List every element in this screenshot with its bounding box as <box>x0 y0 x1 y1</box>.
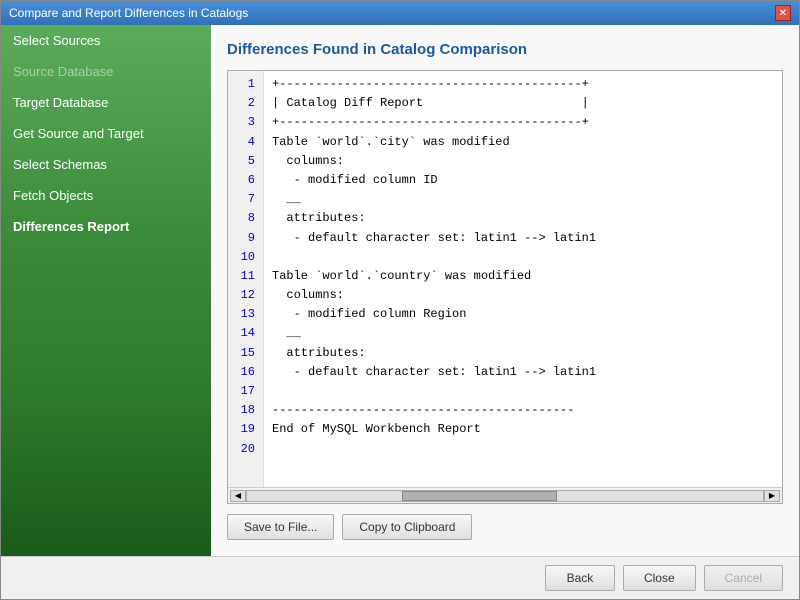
close-icon[interactable]: ✕ <box>775 5 791 21</box>
sidebar: Select Sources Source Database Target Da… <box>1 25 211 556</box>
code-content: +---------------------------------------… <box>264 71 782 487</box>
sidebar-item-select-sources[interactable]: Select Sources <box>1 25 211 56</box>
window-title: Compare and Report Differences in Catalo… <box>9 6 248 20</box>
scroll-left-arrow[interactable]: ◀ <box>230 490 246 502</box>
report-button-row: Save to File... Copy to Clipboard <box>227 514 783 540</box>
sidebar-item-target-database[interactable]: Target Database <box>1 87 211 118</box>
sidebar-item-select-schemas[interactable]: Select Schemas <box>1 149 211 180</box>
report-content[interactable]: 1234567891011121314151617181920 +-------… <box>228 71 782 487</box>
scrollbar-thumb[interactable] <box>402 491 557 501</box>
sidebar-item-fetch-objects[interactable]: Fetch Objects <box>1 180 211 211</box>
sidebar-item-differences-report[interactable]: Differences Report <box>1 211 211 242</box>
sidebar-item-source-database: Source Database <box>1 56 211 87</box>
line-numbers: 1234567891011121314151617181920 <box>228 71 264 487</box>
horizontal-scrollbar[interactable] <box>246 490 764 502</box>
copy-to-clipboard-button[interactable]: Copy to Clipboard <box>342 514 472 540</box>
close-button[interactable]: Close <box>623 565 696 591</box>
save-to-file-button[interactable]: Save to File... <box>227 514 334 540</box>
report-container: 1234567891011121314151617181920 +-------… <box>227 70 783 504</box>
panel-title: Differences Found in Catalog Comparison <box>227 41 783 58</box>
scroll-right-arrow[interactable]: ▶ <box>764 490 780 502</box>
sidebar-item-get-source-target[interactable]: Get Source and Target <box>1 118 211 149</box>
main-panel: Differences Found in Catalog Comparison … <box>211 25 799 556</box>
bottom-bar: Back Close Cancel <box>1 556 799 599</box>
horizontal-scrollbar-area: ◀ ▶ <box>228 487 782 503</box>
main-window: Compare and Report Differences in Catalo… <box>0 0 800 600</box>
titlebar: Compare and Report Differences in Catalo… <box>1 1 799 25</box>
cancel-button[interactable]: Cancel <box>704 565 783 591</box>
content-area: Select Sources Source Database Target Da… <box>1 25 799 556</box>
back-button[interactable]: Back <box>545 565 615 591</box>
